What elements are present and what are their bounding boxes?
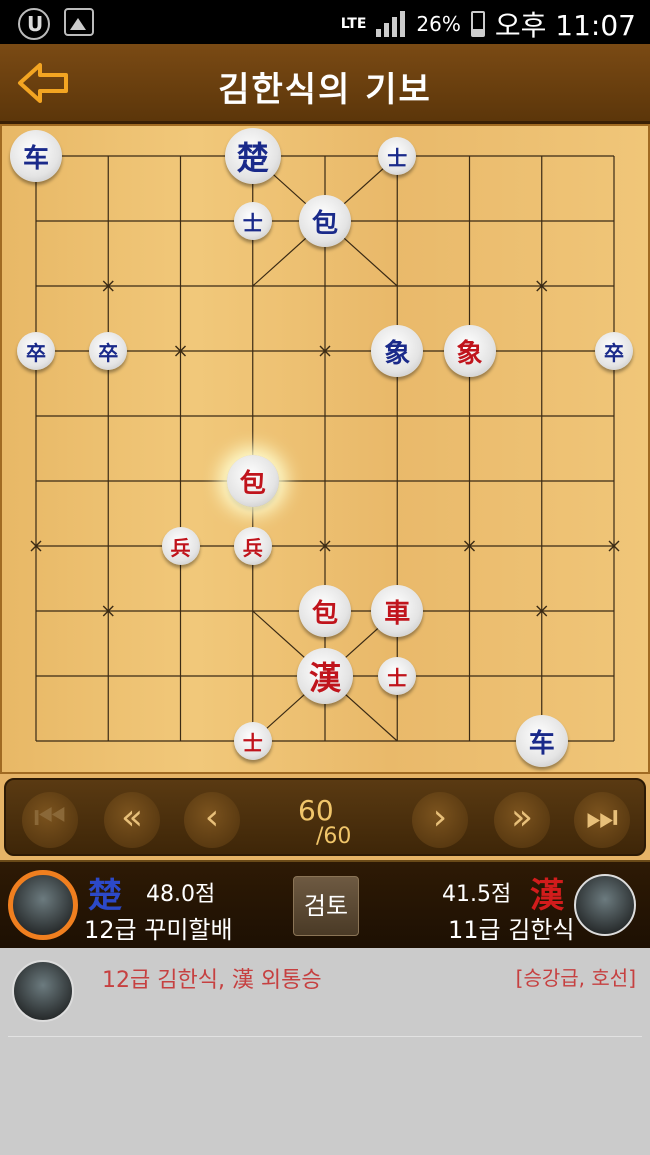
winner-avatar [12, 960, 74, 1022]
current-move: 60 [298, 794, 334, 827]
result-text: 12급 김한식, 漢 외통승 [102, 968, 322, 993]
piece-red[interactable]: 包 [299, 585, 351, 637]
clock: 오후 11:07 [494, 9, 636, 42]
fast-forward-icon: » [510, 797, 534, 838]
previous-icon: ‹ [204, 797, 220, 838]
piece-blue[interactable]: 卒 [17, 332, 55, 370]
total-moves: /60 [316, 824, 352, 849]
cho-player-avatar[interactable] [8, 870, 78, 940]
han-player-name: 11급 김한식 [448, 916, 575, 944]
cho-player-name: 12급 꾸미할배 [84, 916, 233, 944]
piece-blue[interactable]: 楚 [224, 128, 281, 184]
last-move-button[interactable]: ⏭ [574, 792, 630, 848]
piece-blue[interactable]: 包 [299, 195, 351, 247]
piece-blue[interactable]: 士 [378, 137, 417, 175]
piece-red[interactable]: 象 [443, 325, 496, 377]
fast-rewind-icon: « [120, 797, 144, 838]
player-bar: 楚 48.0점 12급 꾸미할배 검토 41.5점 漢 11급 김한식 [0, 860, 650, 948]
network-type: LTE [340, 16, 367, 32]
janggi-board[interactable]: 车楚士士包卒卒象象卒包兵兵包車漢士士车 [0, 124, 650, 774]
skip-to-last-icon: ⏭ [585, 797, 619, 838]
first-move-button[interactable]: ⏮ [22, 792, 78, 848]
piece-blue[interactable]: 车 [10, 130, 62, 182]
battery-icon [470, 11, 485, 37]
piece-red[interactable]: 包 [226, 455, 279, 507]
piece-blue[interactable]: 象 [371, 325, 424, 377]
review-button[interactable]: 검토 [293, 876, 359, 936]
gallery-icon [64, 8, 94, 36]
match-type: [승강급, 호선] [515, 966, 636, 990]
move-controls: ⏮ « ‹ 60 /60 › » ⏭ [0, 774, 650, 860]
piece-blue[interactable]: 卒 [595, 332, 633, 370]
skip-to-first-icon: ⏮ [33, 797, 67, 838]
piece-red[interactable]: 士 [233, 722, 272, 760]
page-title: 김한식의 기보 [218, 70, 432, 110]
piece-red[interactable]: 兵 [161, 527, 200, 565]
piece-blue[interactable]: 车 [515, 715, 568, 767]
piece-blue[interactable]: 士 [233, 202, 272, 240]
signal-icon [376, 11, 406, 37]
fast-forward-button[interactable]: » [494, 792, 550, 848]
previous-move-button[interactable]: ‹ [184, 792, 240, 848]
cho-score: 48.0점 [146, 882, 216, 907]
battery-percent: 26% [416, 12, 461, 36]
piece-red[interactable]: 漢 [297, 648, 353, 704]
move-counter: 60 /60 [298, 794, 378, 854]
app-header: 김한식의 기보 [0, 44, 650, 124]
next-move-button[interactable]: › [412, 792, 468, 848]
uplus-icon [18, 8, 50, 40]
piece-red[interactable]: 士 [378, 657, 417, 695]
piece-red[interactable]: 兵 [233, 527, 272, 565]
han-player-avatar[interactable] [574, 874, 636, 936]
next-icon: › [432, 797, 448, 838]
result-row: 12급 김한식, 漢 외통승 [승강급, 호선] [8, 948, 642, 1037]
han-score: 41.5점 [442, 882, 512, 907]
piece-blue[interactable]: 卒 [89, 332, 128, 370]
rewind-button[interactable]: « [104, 792, 160, 848]
game-result-panel: 12급 김한식, 漢 외통승 [승강급, 호선] [0, 948, 650, 1155]
piece-red[interactable]: 車 [371, 585, 424, 637]
status-bar: LTE 26% 오후 11:07 [0, 0, 650, 44]
